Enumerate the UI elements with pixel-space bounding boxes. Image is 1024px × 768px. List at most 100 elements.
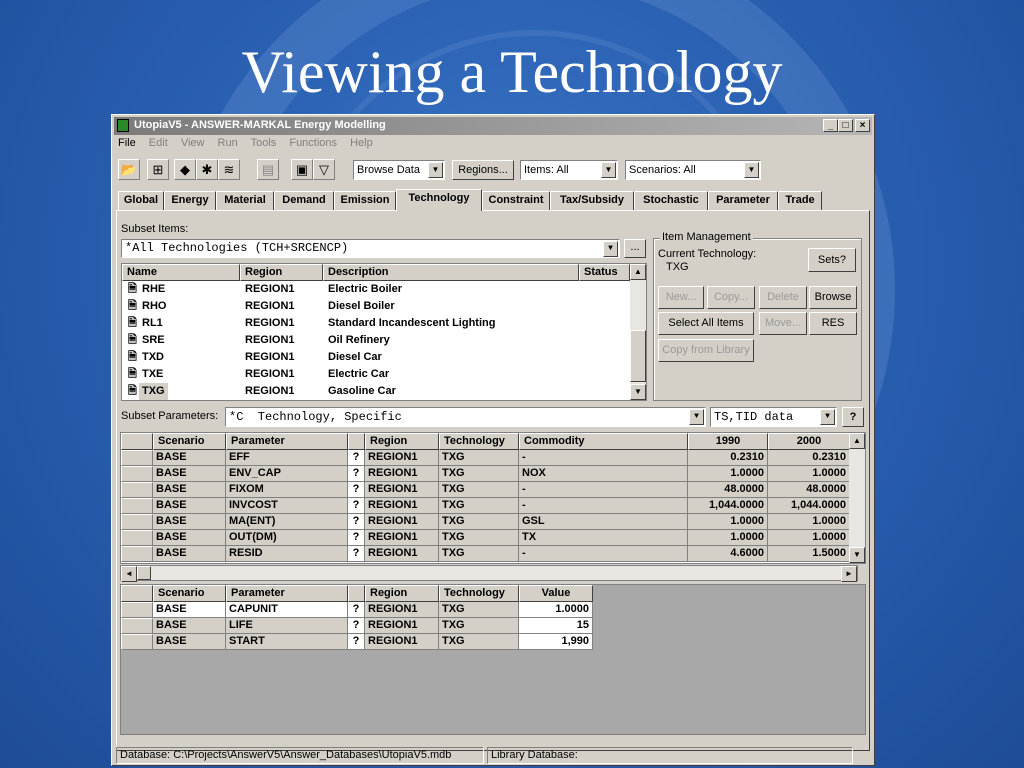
grid-cell[interactable]: OUT(DM) (226, 530, 348, 546)
chart-icon[interactable]: ≋ (218, 159, 240, 180)
grid-row-header[interactable] (121, 634, 153, 650)
window-titlebar[interactable]: UtopiaV5 - ANSWER-MARKAL Energy Modellin… (114, 117, 872, 135)
open-folder-icon[interactable]: 📂 (118, 159, 140, 180)
tab-parameter[interactable]: Parameter (708, 191, 778, 210)
grid-cell[interactable]: TXG (439, 634, 519, 650)
grid-cell[interactable]: TXG (439, 498, 519, 514)
grid-cell[interactable]: BASE (153, 546, 226, 562)
grid-col-header[interactable]: Region (365, 585, 439, 602)
subset-items-combo[interactable]: *All Technologies (TCH+SRCENCP) ▼ (121, 239, 620, 258)
res-button[interactable]: RES (809, 312, 857, 335)
grid-col-header[interactable] (348, 585, 365, 602)
ts-data-combo[interactable]: TS,TID data ▼ (710, 407, 837, 427)
grid-cell[interactable]: REGION1 (365, 498, 439, 514)
grid-cell[interactable]: 1.0000 (519, 602, 593, 618)
grid-col-header[interactable]: 1990 (688, 433, 768, 450)
maximize-button[interactable]: □ (838, 119, 853, 132)
grid-col-header[interactable]: 2000 (768, 433, 850, 450)
help-cell[interactable]: ? (348, 530, 365, 546)
tab-constraint[interactable]: Constraint (482, 191, 550, 210)
grid-row-header[interactable] (121, 530, 153, 546)
items-combo[interactable]: Items: All ▼ (520, 160, 618, 180)
grid-cell[interactable]: 1.0000 (768, 514, 850, 530)
grid-cell[interactable]: BASE (153, 482, 226, 498)
grid-col-header[interactable]: Region (365, 433, 439, 450)
grid-cell[interactable]: TXG (439, 482, 519, 498)
chevron-down-icon[interactable]: ▼ (601, 162, 616, 178)
grid-cell[interactable]: 15 (519, 618, 593, 634)
tab-tax-subsidy[interactable]: Tax/Subsidy (550, 191, 634, 210)
help-cell[interactable]: ? (348, 546, 365, 562)
scroll-right-icon[interactable]: ► (841, 566, 857, 582)
browse-button[interactable]: Browse (809, 286, 857, 309)
chevron-down-icon[interactable]: ▼ (744, 162, 759, 178)
grid-cell[interactable]: FIXOM (226, 482, 348, 498)
grid-cell[interactable]: 1,044.0000 (688, 498, 768, 514)
help-cell[interactable]: ? (348, 450, 365, 466)
grid-cell[interactable]: 0.2310 (688, 450, 768, 466)
move-button[interactable]: Move... (759, 312, 807, 335)
grid-cell[interactable]: MA(ENT) (226, 514, 348, 530)
col-header-status[interactable]: Status (579, 264, 630, 281)
menu-tools[interactable]: Tools (251, 137, 277, 149)
grid-cell[interactable]: EFF (226, 450, 348, 466)
scroll-thumb[interactable] (630, 330, 646, 382)
grid-cell[interactable]: TX (519, 530, 688, 546)
list-scrollbar[interactable]: ▲ ▼ (630, 264, 646, 400)
grid-cell[interactable]: BASE (153, 602, 226, 618)
grid-icon[interactable]: ⊞ (147, 159, 169, 180)
copy-button[interactable]: Copy... (707, 286, 755, 309)
grid-row-header[interactable] (121, 482, 153, 498)
col-header-name[interactable]: Name (122, 264, 240, 281)
menu-functions[interactable]: Functions (289, 137, 337, 149)
grid-cell[interactable]: LIFE (226, 618, 348, 634)
grid-cell[interactable]: 48.0000 (768, 482, 850, 498)
list-item[interactable]: 🗎 TXG REGION1 Gasoline Car (122, 383, 632, 400)
tab-global[interactable]: Global (118, 191, 164, 210)
grid-cell[interactable]: TXG (439, 602, 519, 618)
filter-icon[interactable]: ▽ (313, 159, 335, 180)
grid-cell[interactable]: REGION1 (365, 546, 439, 562)
close-button[interactable]: × (855, 119, 870, 132)
grid-cell[interactable]: START (226, 634, 348, 650)
menu-view[interactable]: View (181, 137, 205, 149)
grid-cell[interactable]: TXG (439, 466, 519, 482)
help-cell[interactable]: ? (348, 618, 365, 634)
grid-cell[interactable]: 1.0000 (688, 530, 768, 546)
grid-col-header[interactable]: Parameter (226, 433, 348, 450)
sets-button[interactable]: Sets? (808, 248, 856, 272)
grid-cell[interactable]: 0.2310 (768, 450, 850, 466)
delete-button[interactable]: Delete (759, 286, 807, 309)
grid-cell[interactable]: TXG (439, 618, 519, 634)
model-icon[interactable]: ◆ (174, 159, 196, 180)
grid-cell[interactable]: - (519, 482, 688, 498)
grid-cell[interactable]: - (519, 450, 688, 466)
grid-cell[interactable]: TXG (439, 546, 519, 562)
regions-button[interactable]: Regions... (452, 160, 514, 180)
grid-cell[interactable]: REGION1 (365, 514, 439, 530)
menu-help[interactable]: Help (350, 137, 373, 149)
menu-run[interactable]: Run (218, 137, 238, 149)
grid-col-header[interactable]: Scenario (153, 585, 226, 602)
grid-cell[interactable]: GSL (519, 514, 688, 530)
grid-cell[interactable]: 1.0000 (768, 530, 850, 546)
help-cell[interactable]: ? (348, 514, 365, 530)
grid-col-header[interactable] (348, 433, 365, 450)
help-cell[interactable]: ? (348, 498, 365, 514)
subset-parameters-combo[interactable]: *C Technology, Specific ▼ (225, 407, 706, 427)
browse-data-combo[interactable]: Browse Data ▼ (353, 160, 445, 180)
grid-cell[interactable]: TXG (439, 450, 519, 466)
grid-row-header[interactable] (121, 546, 153, 562)
grid-cell[interactable]: - (519, 546, 688, 562)
grid-corner[interactable] (121, 433, 153, 450)
grid-cell[interactable]: RESID (226, 546, 348, 562)
grid-cell[interactable]: 4.6000 (688, 546, 768, 562)
grid-col-header[interactable]: Scenario (153, 433, 226, 450)
tab-technology[interactable]: Technology (396, 189, 482, 211)
grid-cell[interactable]: REGION1 (365, 530, 439, 546)
grid-cell[interactable]: REGION1 (365, 466, 439, 482)
scroll-down-icon[interactable]: ▼ (630, 384, 646, 400)
grid-cell[interactable]: 1.5000 (768, 546, 850, 562)
grid-row-header[interactable] (121, 466, 153, 482)
print-icon[interactable]: ▣ (291, 159, 313, 180)
